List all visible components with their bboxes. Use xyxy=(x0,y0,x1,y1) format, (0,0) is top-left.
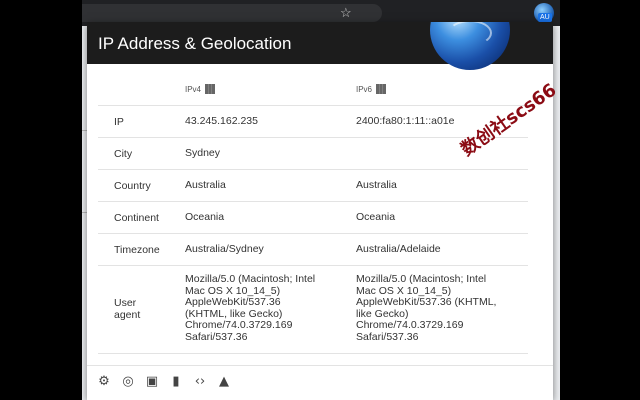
table-row: User agent Mozilla/5.0 (Macintosh; Intel… xyxy=(98,266,528,354)
table-row: Timezone Australia/Sydney Australia/Adel… xyxy=(98,234,528,266)
popup-title: IP Address & Geolocation xyxy=(98,34,292,53)
fingerprint-icon[interactable]: ◎ xyxy=(120,374,136,390)
browser-window: ☆ AU IP Address & Geolocation IPv4 IPv6 … xyxy=(82,0,560,400)
code-icon[interactable]: ‹› xyxy=(192,374,208,390)
ipv6-value: Oceania xyxy=(356,211,396,223)
map-icon[interactable] xyxy=(376,84,387,94)
bookmark-star-icon[interactable]: ☆ xyxy=(340,5,352,21)
ipv4-value: Mozilla/5.0 (Macintosh; Intel Mac OS X 1… xyxy=(185,273,316,343)
ipv4-value: 43.245.162.235 xyxy=(185,115,258,127)
android-icon[interactable]: ▲ xyxy=(216,374,232,390)
popup-footer: ⚙ ◎ ▣ ▮ ‹› ▲ xyxy=(87,365,553,400)
gear-icon[interactable]: ⚙ xyxy=(96,374,112,390)
row-label: User agent xyxy=(114,297,141,321)
search-doc-icon[interactable]: ▣ xyxy=(144,374,160,390)
table-row: Continent Oceania Oceania xyxy=(98,202,528,234)
ipv6-value: Australia xyxy=(356,179,397,191)
row-label: Timezone xyxy=(114,244,160,256)
geo-table: IPv4 IPv6 IP 43.245.162.235 2400:fa80:1:… xyxy=(98,64,528,354)
ipv4-value: Sydney xyxy=(185,147,221,159)
ipv6-value: Australia/Adelaide xyxy=(356,243,441,255)
extension-badge: AU xyxy=(538,13,552,22)
table-header: IPv4 IPv6 xyxy=(98,64,528,106)
address-bar[interactable] xyxy=(82,4,382,22)
row-label: Continent xyxy=(114,212,159,224)
row-label: IP xyxy=(114,116,124,128)
globe-logo-icon xyxy=(430,22,510,70)
row-label: Country xyxy=(114,180,151,192)
popup-header: IP Address & Geolocation xyxy=(87,22,553,70)
ipv4-value: Australia xyxy=(185,179,226,191)
ipv4-value: Oceania xyxy=(185,211,225,223)
ipv6-value: Mozilla/5.0 (Macintosh; Intel Mac OS X 1… xyxy=(356,273,497,343)
ipv6-header: IPv6 xyxy=(356,84,387,94)
table-row: Country Australia Australia xyxy=(98,170,528,202)
row-label: City xyxy=(114,148,133,160)
ipv4-value: Australia/Sydney xyxy=(185,243,264,255)
map-icon[interactable] xyxy=(205,84,216,94)
bar-chart-icon[interactable]: ▮ xyxy=(168,374,184,390)
ipv4-header: IPv4 xyxy=(185,84,216,94)
extension-popup: IP Address & Geolocation IPv4 IPv6 IP 43… xyxy=(87,22,553,400)
